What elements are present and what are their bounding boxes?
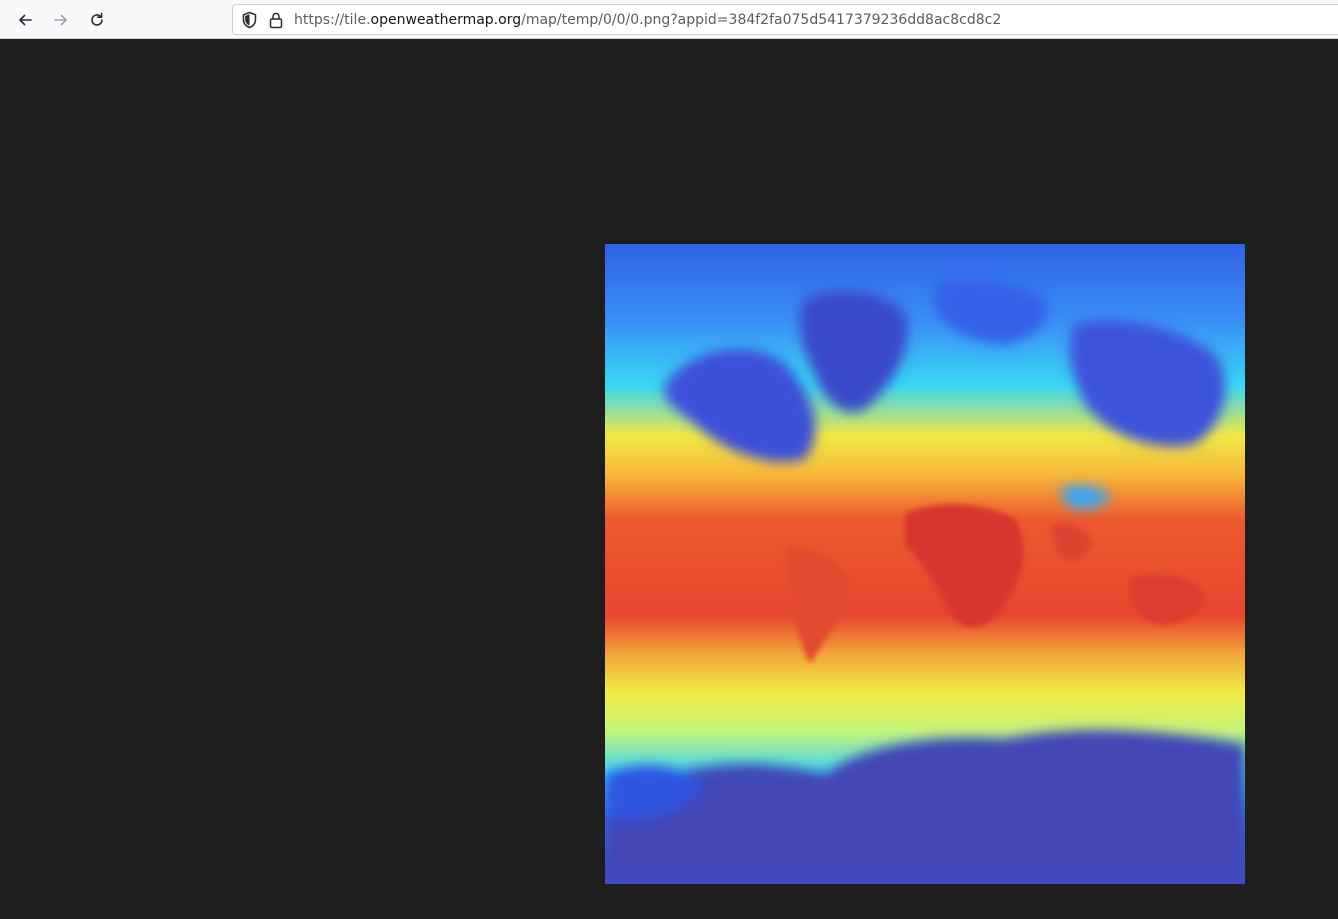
temperature-map-tile[interactable] — [605, 244, 1245, 884]
lock-icon[interactable] — [268, 11, 284, 33]
url-host: openweathermap.org — [370, 12, 522, 28]
url-path: /map/temp/0/0/0.png?appid=384f2fa075d541… — [521, 12, 1002, 28]
url-prefix: https://tile. — [294, 12, 371, 28]
arrow-left-icon — [19, 14, 32, 26]
browser-toolbar: https://tile.openweathermap.org/map/temp… — [0, 0, 1338, 39]
url-text[interactable]: https://tile.openweathermap.org/map/temp… — [294, 11, 1001, 29]
shield-icon[interactable] — [241, 11, 258, 33]
forward-button[interactable] — [47, 6, 75, 34]
reload-button[interactable] — [83, 6, 111, 34]
address-bar[interactable]: https://tile.openweathermap.org/map/temp… — [232, 4, 1338, 35]
reload-icon — [91, 12, 103, 26]
arrow-right-icon — [54, 14, 67, 26]
back-button[interactable] — [11, 6, 39, 34]
image-viewport — [0, 40, 1338, 919]
